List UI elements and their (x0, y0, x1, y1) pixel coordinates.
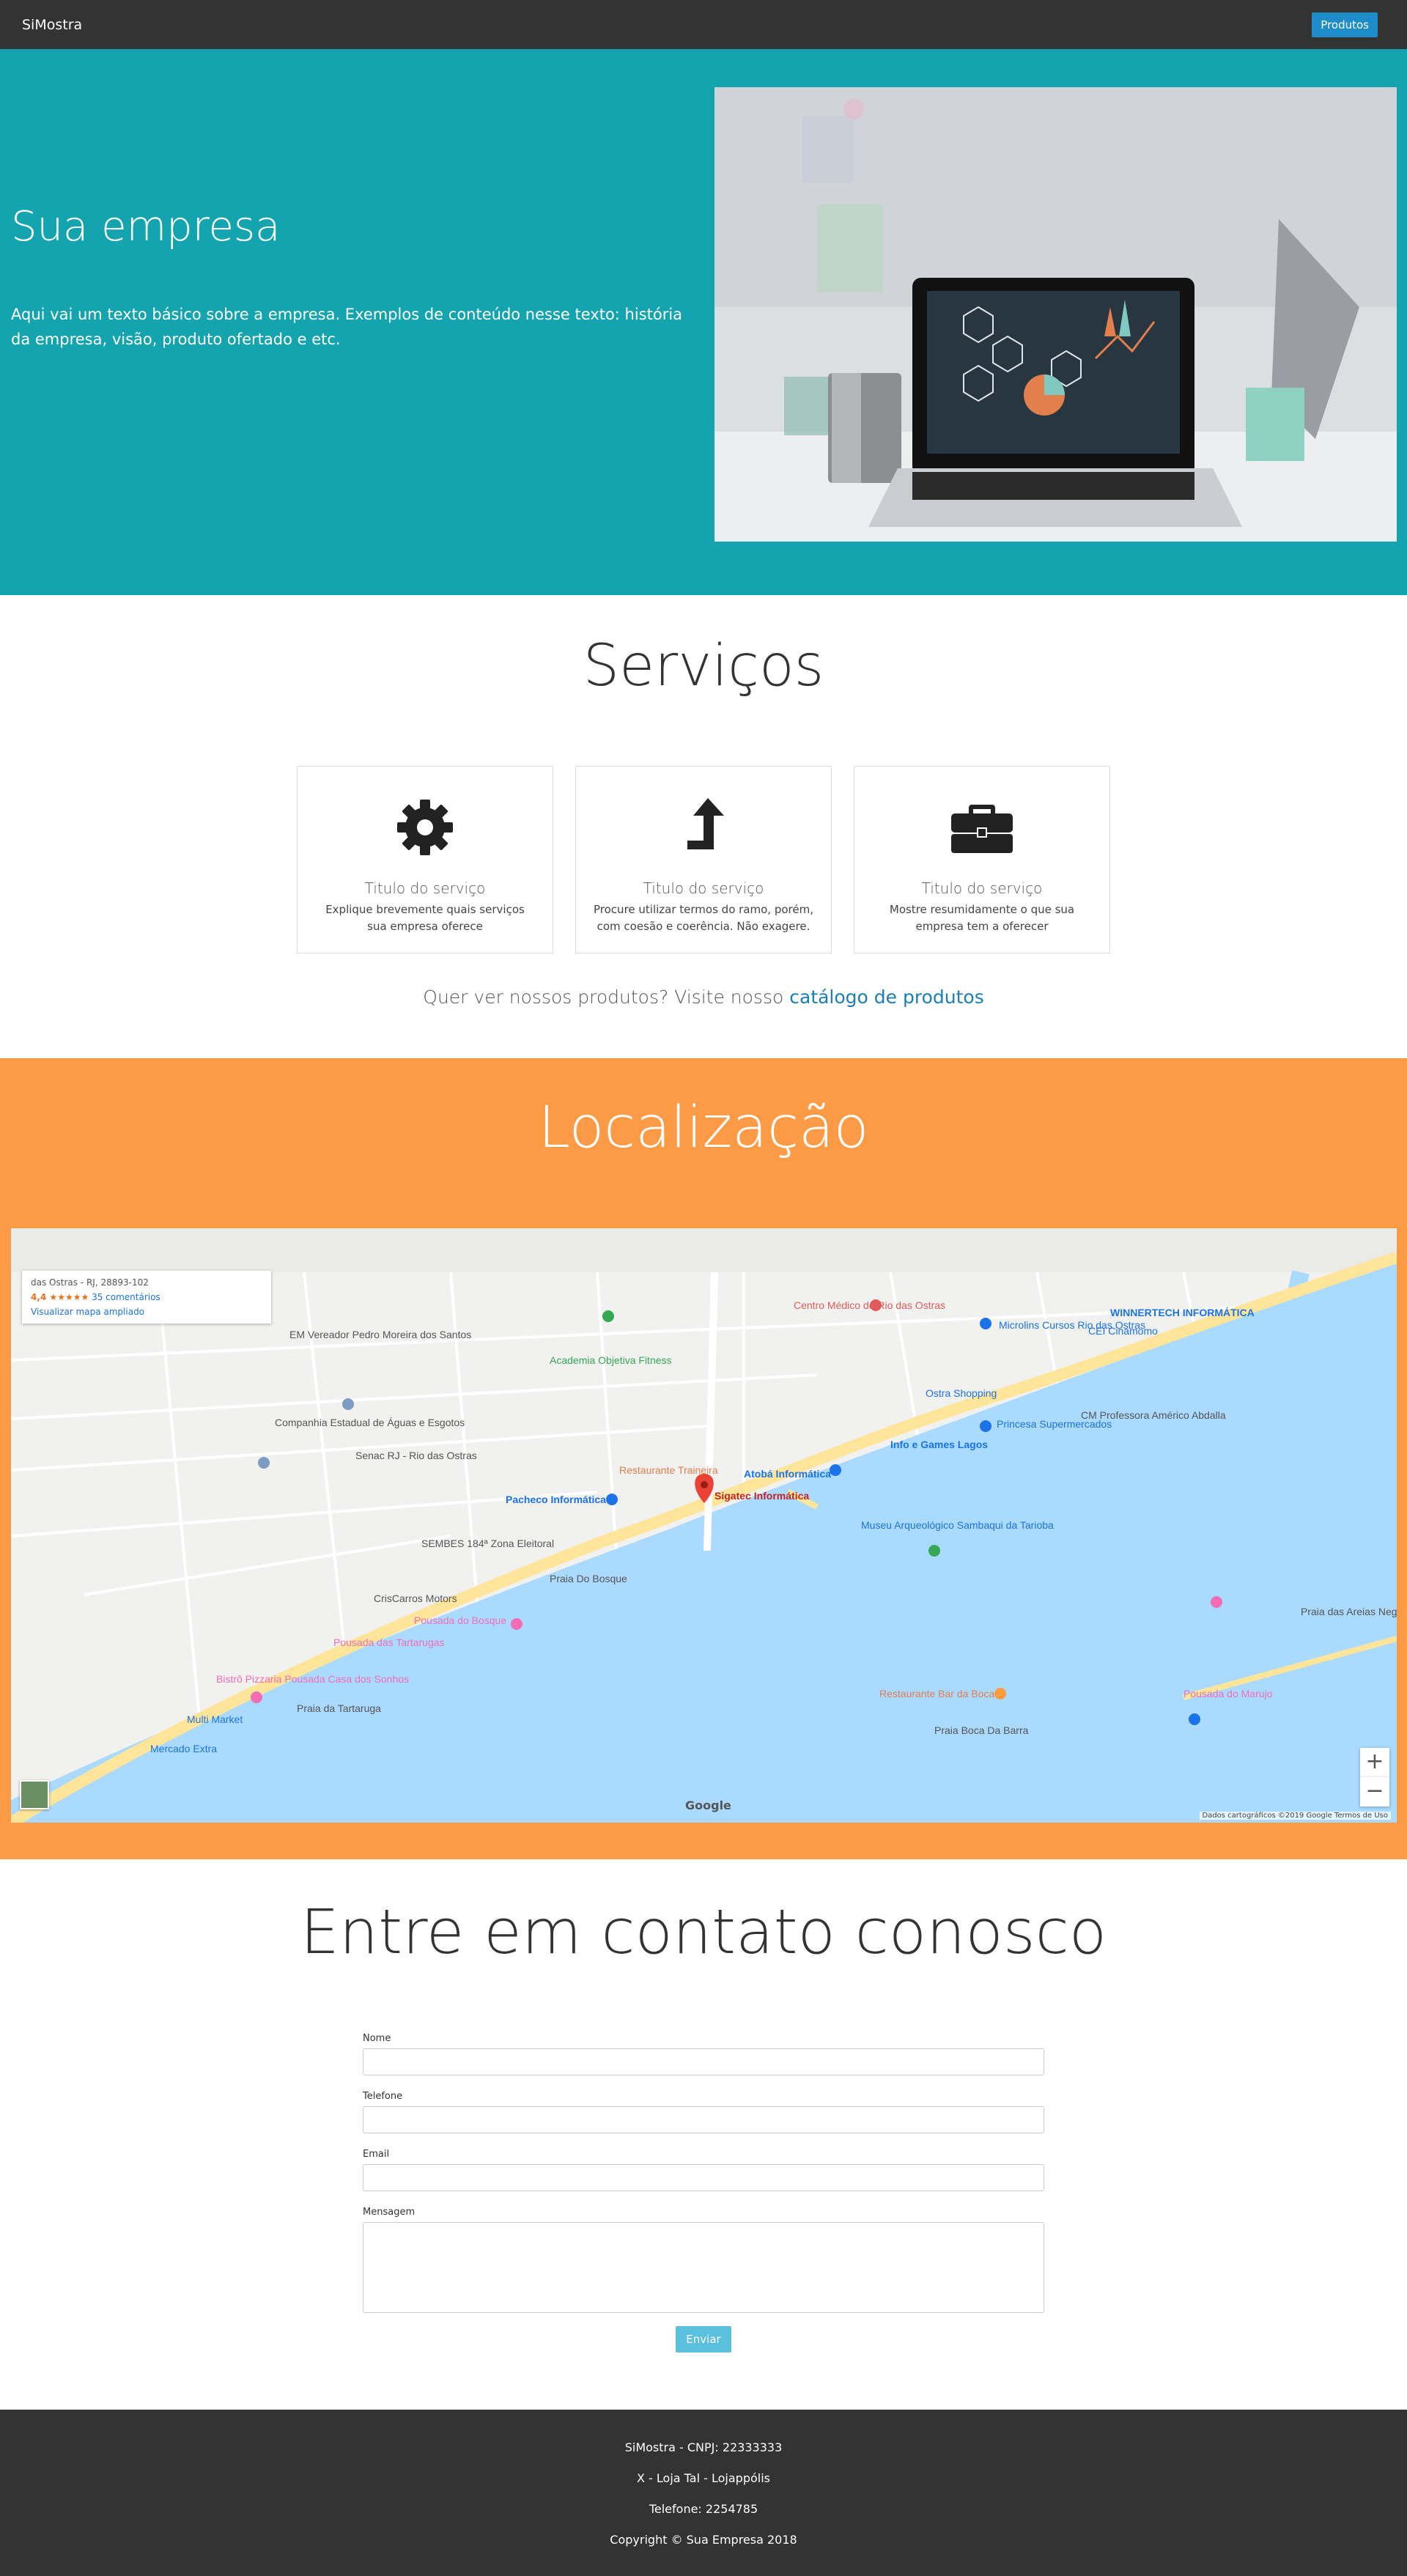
svg-text:Praia das Areias Negras: Praia das Areias Negras (1301, 1606, 1397, 1617)
message-field[interactable] (363, 2222, 1044, 2313)
svg-text:CrisCarros Motors: CrisCarros Motors (374, 1593, 457, 1604)
svg-text:Praia Do Bosque: Praia Do Bosque (550, 1573, 627, 1584)
hero-text: Aqui vai um texto básico sobre a empresa… (11, 306, 683, 348)
footer-phone: Telefone: 2254785 (649, 2502, 758, 2516)
svg-text:Companhia Estadual de Águas e: Companhia Estadual de Águas e Esgotos (275, 1417, 465, 1428)
service-card: Titulo do serviço Explique brevemente qu… (297, 766, 553, 953)
svg-text:WINNERTECH INFORMÁTICA: WINNERTECH INFORMÁTICA (1110, 1307, 1255, 1318)
svg-text:Bistrô Pizzaria Pousada Casa d: Bistrô Pizzaria Pousada Casa dos Sonhos (216, 1673, 409, 1685)
footer-company: SiMostra - CNPJ: 22333333 (624, 2440, 783, 2454)
service-card: Titulo do serviço Mostre resumidamente o… (854, 766, 1110, 953)
products-button[interactable]: Produtos (1312, 12, 1378, 37)
map-reviews-link[interactable]: 35 comentários (92, 1292, 160, 1302)
map-address: das Ostras - RJ, 28893-102 (31, 1277, 149, 1288)
catalog-line: Quer ver nossos produtos? Visite nosso c… (0, 986, 1407, 1008)
location-title: Localização (538, 1095, 869, 1161)
svg-text:Praia da Tartaruga: Praia da Tartaruga (297, 1702, 381, 1714)
map-rating: 4,4 ★★★★★ 35 comentários (31, 1290, 262, 1304)
hero-title: Sua empresa (11, 203, 281, 251)
footer-copyright: Copyright © Sua Empresa 2018 (610, 2533, 797, 2547)
services-title: Serviços (583, 633, 824, 699)
svg-text:Pousada do Marujo: Pousada do Marujo (1183, 1688, 1273, 1700)
svg-text:Centro Médico de Rio das Ostra: Centro Médico de Rio das Ostras (794, 1299, 945, 1311)
service-description: Procure utilizar termos do ramo, porém, … (594, 903, 813, 933)
footer: SiMostra - CNPJ: 22333333 X - Loja Tal -… (0, 2410, 1407, 2576)
email-field[interactable] (363, 2164, 1044, 2191)
name-field[interactable] (363, 2048, 1044, 2075)
email-label: Email (363, 2149, 390, 2160)
service-description: Mostre resumidamente o que sua empresa t… (889, 903, 1075, 933)
phone-label: Telefone (363, 2091, 403, 2102)
svg-text:Pousada do Bosque: Pousada do Bosque (414, 1614, 506, 1626)
services-section: Serviços Titulo do serviço Explique brev… (0, 595, 1407, 1058)
svg-text:Ostra Shopping: Ostra Shopping (926, 1387, 997, 1399)
svg-text:Restaurante Traineira: Restaurante Traineira (619, 1464, 718, 1476)
briefcase-icon (854, 794, 1109, 860)
send-button[interactable]: Enviar (676, 2326, 731, 2352)
catalog-text: Quer ver nossos produtos? Visite nosso (423, 986, 784, 1008)
svg-text:SEMBES 184ª Zona Eleitoral: SEMBES 184ª Zona Eleitoral (421, 1538, 554, 1549)
zoom-in-button[interactable]: + (1360, 1748, 1389, 1777)
service-card: Titulo do serviço Procure utilizar termo… (575, 766, 832, 953)
hero-image (714, 87, 1397, 542)
satellite-toggle[interactable] (20, 1780, 49, 1809)
service-title: Titulo do serviço (364, 879, 486, 897)
brand[interactable]: SiMostra (22, 17, 82, 33)
map-rating-value: 4,4 ★★★★★ (31, 1292, 89, 1302)
svg-text:Academia Objetiva Fitness: Academia Objetiva Fitness (550, 1354, 672, 1366)
location-section: Localização EM Vereador Pedro Moreira do… (0, 1058, 1407, 1859)
svg-text:EM Vereador Pedro Moreira dos: EM Vereador Pedro Moreira dos Santos (289, 1329, 471, 1340)
svg-text:Sigatec Informática: Sigatec Informática (714, 1490, 809, 1502)
svg-text:CM Professora Américo Abdalla: CM Professora Américo Abdalla (1081, 1409, 1226, 1421)
service-cards: Titulo do serviço Explique brevemente qu… (297, 766, 1110, 953)
svg-text:Info e Games Lagos: Info e Games Lagos (890, 1439, 988, 1450)
contact-section: Entre em contato conosco Nome Telefone E… (0, 1859, 1407, 2410)
svg-text:Pousada das Tartarugas: Pousada das Tartarugas (333, 1636, 445, 1648)
name-label: Nome (363, 2033, 391, 2044)
google-logo: Google (685, 1798, 731, 1812)
svg-text:Praia Boca Da Barra: Praia Boca Da Barra (934, 1724, 1029, 1736)
message-label: Mensagem (363, 2207, 416, 2218)
service-description: Explique brevemente quais serviços sua e… (325, 903, 525, 933)
footer-address: X - Loja Tal - Lojappólis (637, 2471, 770, 2485)
zoom-out-button[interactable]: − (1360, 1777, 1389, 1806)
svg-text:Pacheco Informática: Pacheco Informática (506, 1494, 606, 1505)
catalog-link[interactable]: catálogo de produtos (789, 986, 983, 1008)
svg-text:Restaurante Bar da Boca: Restaurante Bar da Boca (879, 1688, 994, 1700)
svg-text:Senac RJ - Rio das Ostras: Senac RJ - Rio das Ostras (355, 1450, 477, 1461)
navbar: SiMostra Produtos (0, 0, 1407, 49)
map-credit[interactable]: Dados cartográficos ©2019 Google Termos … (1199, 1812, 1391, 1820)
svg-text:Museu Arqueológico Sambaqui da: Museu Arqueológico Sambaqui da Tarioba (861, 1519, 1054, 1531)
arrow-up-icon (576, 794, 831, 860)
gear-icon (298, 794, 553, 860)
contact-title: Entre em contato conosco (300, 1896, 1107, 1968)
svg-text:Mercado Extra: Mercado Extra (150, 1743, 217, 1754)
phone-field[interactable] (363, 2106, 1044, 2133)
hero-section: Sua empresa Aqui vai um texto básico sob… (0, 49, 1407, 595)
service-title: Titulo do serviço (643, 879, 764, 897)
map-enlarge-link[interactable]: Visualizar mapa ampliado (31, 1304, 262, 1319)
map-info-card: das Ostras - RJ, 28893-102 4,4 ★★★★★ 35 … (22, 1271, 271, 1324)
service-title: Titulo do serviço (921, 879, 1043, 897)
contact-form: Nome Telefone Email Mensagem Enviar (363, 2033, 1044, 2352)
svg-text:CEI Cinamomo: CEI Cinamomo (1088, 1325, 1158, 1337)
google-map[interactable]: EM Vereador Pedro Moreira dos Santos Aca… (11, 1228, 1397, 1823)
svg-text:Multi Market: Multi Market (187, 1713, 243, 1725)
svg-text:Atobá Informática: Atobá Informática (744, 1468, 831, 1480)
